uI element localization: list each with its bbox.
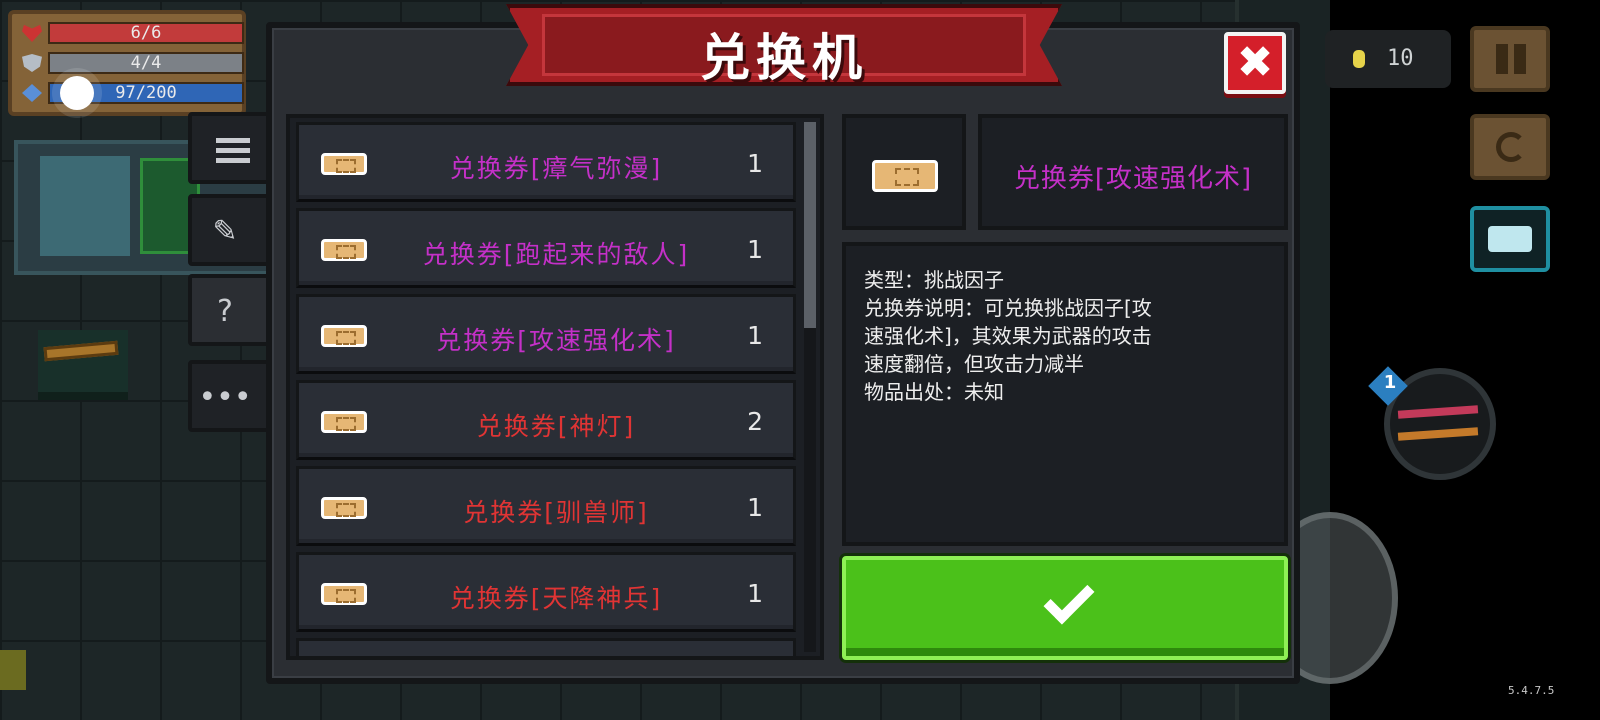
scroll-thumb[interactable] [804,122,816,328]
swap-icon [1496,132,1526,162]
desc-text: 速强化术]，其效果为武器的攻击 [864,324,1152,348]
ticket-icon [321,497,367,519]
item-count: 2 [747,407,763,436]
energy-row: 97/200 [20,82,244,104]
terminal-screen [40,156,130,256]
tab-unknown[interactable]: ? [188,274,270,346]
desc-text: 兑换券说明：可兑换挑战因子[攻 [864,296,1152,320]
list-scrollbar[interactable] [804,122,816,652]
coin-icon [1353,50,1365,68]
desc-text: 速度翻倍，但攻击力减半 [864,352,1084,376]
shield-icon [22,54,42,72]
detail-name-box: 兑换券[攻速强化术] [978,114,1288,230]
version-label: 5.4.7.5 [1508,684,1555,697]
list-item[interactable]: 兑换券[跑起来的敌人] 1 [296,208,796,288]
item-count: 1 [747,493,763,522]
gun-icon [43,340,119,362]
armor-row: 4/4 [20,52,244,74]
ticket-icon [321,411,367,433]
item-name: 兑换券[攻速强化术] [436,326,676,355]
more-icon: ••• [198,380,252,415]
stats-panel: 6/6 4/4 97/200 [8,10,246,116]
weapon-icon: ✎ [212,214,238,249]
list-icon [216,138,250,164]
hazard-sign [0,650,26,690]
ticket-icon [321,153,367,175]
list-item[interactable]: 兑换券[神灯] 2 [296,380,796,460]
close-icon: ✖ [1236,37,1274,88]
item-name: 兑换券[天降神兵] [449,584,663,613]
heart-icon [22,24,42,42]
hp-row: 6/6 [20,22,244,44]
list-item[interactable]: 兑换券[瘴气弥漫] 1 [296,122,796,202]
desc-source: 物品出处：未知 [864,380,1004,404]
coin-counter: 10 [1325,30,1451,88]
dialog-title: 兑换机 [700,29,868,87]
tab-more[interactable]: ••• [188,360,270,432]
ticket-list: 兑换券[瘴气弥漫] 1 兑换券[跑起来的敌人] 1 兑换券[攻速强化术] 1 兑… [286,114,824,660]
energy-icon [22,84,42,102]
item-name: 兑换券[神灯] [476,412,636,441]
detail-item-name: 兑换券[攻速强化术] [1013,164,1253,194]
skill-button[interactable] [1470,114,1550,180]
check-icon [1043,573,1095,625]
pet-button[interactable] [1470,206,1550,272]
armor-bar: 4/4 [48,52,244,74]
pet-icon [1488,226,1532,252]
touch-indicator[interactable] [60,76,94,110]
confirm-button[interactable] [842,556,1288,660]
ticket-icon [321,239,367,261]
item-name: 兑换券[驯兽师] [463,498,649,527]
detail-icon-box [842,114,966,230]
ticket-icon [321,325,367,347]
pause-button[interactable] [1470,26,1550,92]
item-count: 1 [747,149,763,178]
list-item[interactable]: 兑换券[天降神兵] 1 [296,552,796,632]
question-icon: ? [217,294,233,329]
desc-type: 类型：挑战因子 [864,268,1004,292]
item-count: 1 [747,235,763,264]
detail-description: 类型：挑战因子 兑换券说明：可兑换挑战因子[攻 速强化术]，其效果为武器的攻击 … [842,242,1288,546]
close-button[interactable]: ✖ [1224,32,1286,94]
item-name: 兑换券[瘴气弥漫] [449,154,663,183]
list-item[interactable]: 兑换券[驯兽师] 1 [296,466,796,546]
weapon-pickup [38,330,128,400]
list-item-selected[interactable]: 兑换券[攻速强化术] 1 [296,294,796,374]
item-name: 兑换券[跑起来的敌人] [422,240,690,269]
item-count: 1 [747,579,763,608]
tab-weapon[interactable]: ✎ [188,194,270,266]
ticket-icon [321,583,367,605]
title-banner: 兑换机 [506,4,1062,86]
item-count: 1 [747,321,763,350]
weapon-slot-number: 1 [1383,372,1397,393]
ticket-icon [872,160,938,192]
tab-list[interactable] [188,112,270,184]
coin-count: 10 [1387,46,1414,71]
list-item-partial[interactable] [296,638,796,656]
hp-bar: 6/6 [48,22,244,44]
